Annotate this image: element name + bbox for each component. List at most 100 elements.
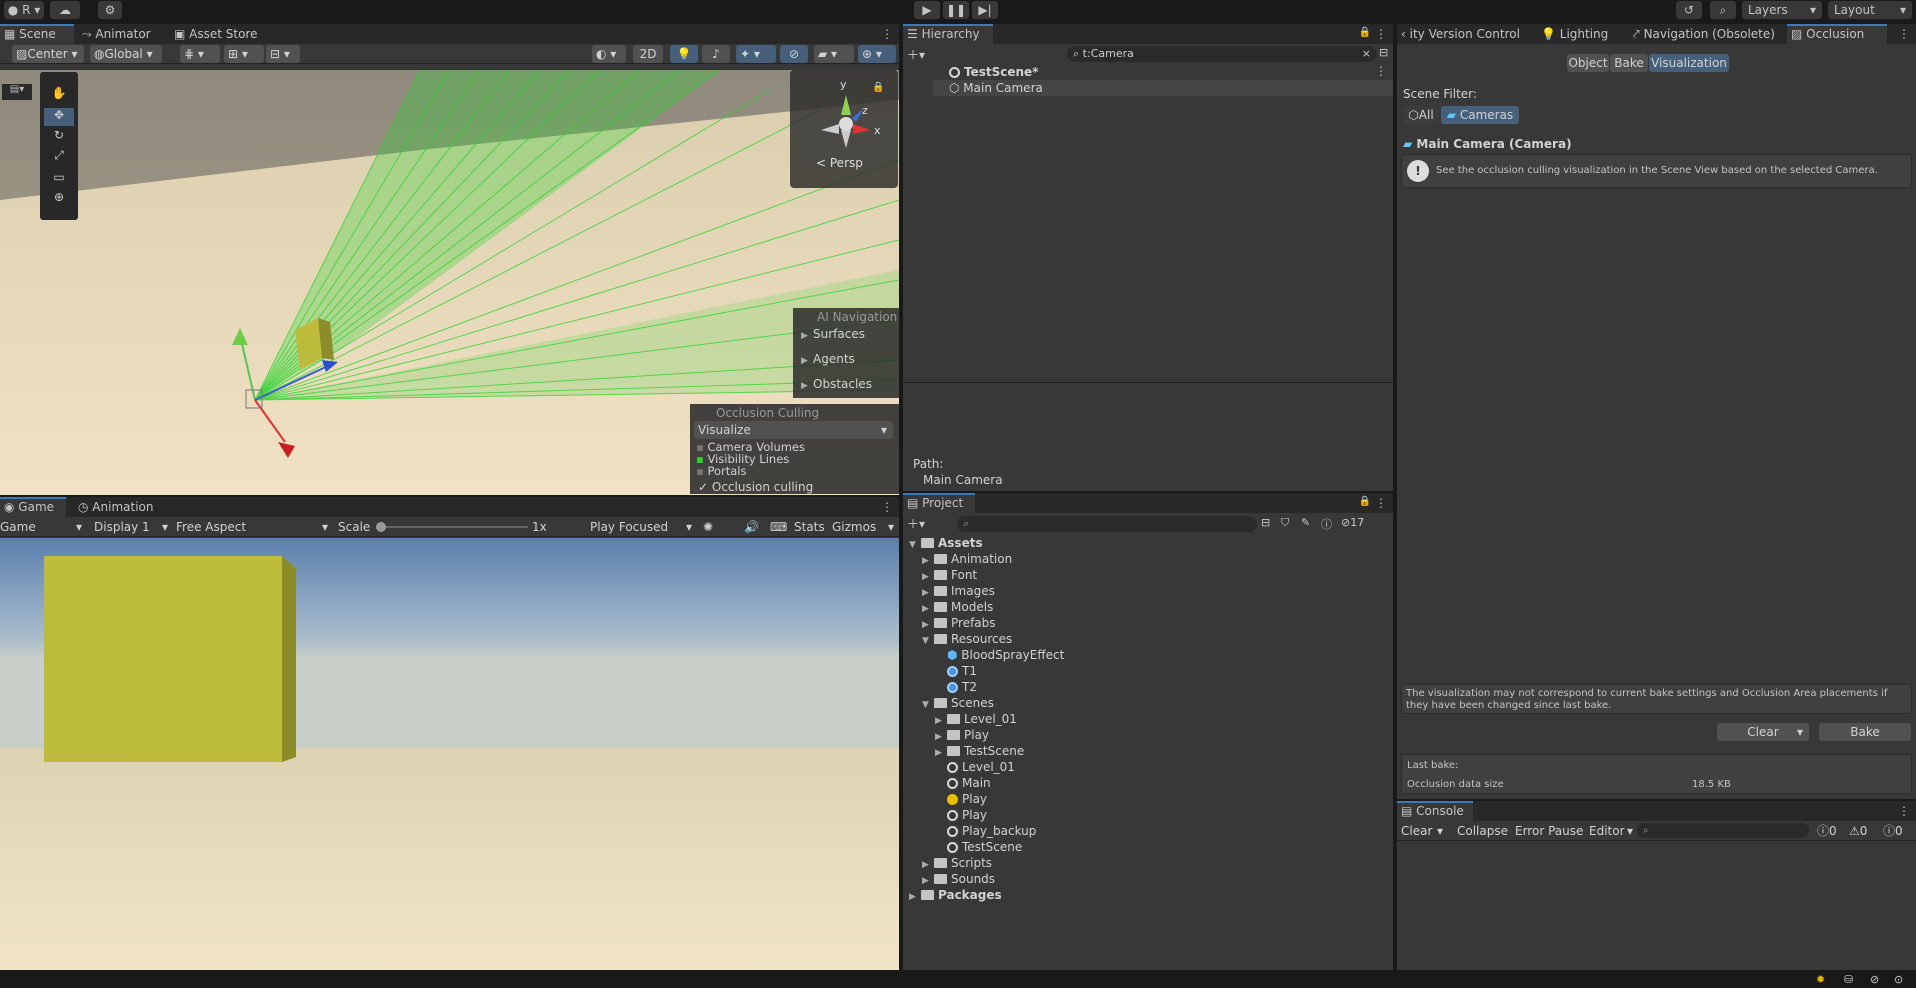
scene-row[interactable]: TestScene* [949, 64, 1038, 80]
tab-version-control[interactable]: ‹ ity Version Control [1397, 24, 1537, 44]
view-options-icon[interactable]: ▤▾ [2, 84, 32, 100]
tab-project[interactable]: ▤ Project [903, 493, 975, 513]
project-tree-item[interactable]: ▼ Resources [922, 631, 1012, 647]
main-camera-row[interactable]: ⬡ Main Camera [949, 80, 1043, 96]
expand-arrow-icon[interactable]: ▶ [909, 889, 921, 905]
clear-search-icon[interactable]: × [1362, 46, 1371, 62]
gizmos-dropdown[interactable]: Gizmos ▾ [832, 519, 896, 535]
scene-viewport[interactable]: ✋ ✥ ↻ ⤢ ▭ ⊕ ▤▾ y z x 🔒 < Persp AI Naviga… [0, 70, 899, 495]
lock-icon[interactable]: 🔒 [1359, 27, 1371, 38]
tab-animator[interactable]: ⤳ Animator [78, 24, 158, 44]
aspect-dropdown[interactable]: Free Aspect ▾ [176, 519, 330, 535]
game-viewport[interactable] [0, 538, 899, 970]
increment-icon[interactable]: ⊟ ▾ [266, 45, 300, 63]
move-tool-icon[interactable]: ✥ [44, 108, 74, 126]
gizmos-icon[interactable]: ⊕ ▾ [858, 45, 896, 63]
cloud-icon[interactable]: ☁ [50, 1, 80, 19]
project-tree-item[interactable]: ▼ Assets [909, 535, 983, 551]
2d-toggle[interactable]: 2D [633, 45, 663, 63]
project-tree-item[interactable]: Play [935, 807, 987, 823]
play-button[interactable]: ▶ [914, 1, 940, 19]
account-button[interactable]: ● R ▾ [4, 1, 44, 19]
project-tree-item[interactable]: ▶ Packages [909, 887, 1002, 903]
pause-button[interactable]: ❚❚ [943, 1, 969, 19]
occlusion-menu-icon[interactable]: ⋮ [1898, 24, 1910, 44]
scale-tool-icon[interactable]: ⤢ [44, 148, 74, 166]
game-menu-icon[interactable]: ⋮ [881, 497, 893, 517]
project-tree-item[interactable]: ▼ Scenes [922, 695, 994, 711]
tab-hierarchy[interactable]: ☰ Hierarchy [903, 24, 993, 44]
scene-menu-icon[interactable]: ⋮ [881, 24, 893, 44]
visualization-mode-button[interactable]: Visualization [1649, 54, 1729, 72]
expand-arrow-icon[interactable]: ▼ [909, 537, 921, 553]
project-tree-item[interactable]: ▶ Images [922, 583, 995, 599]
clear-dropdown[interactable]: Clear ▾ [1717, 723, 1809, 741]
collapse-button[interactable]: Collapse [1457, 823, 1508, 839]
project-tree-item[interactable]: ▶ Level_01 [935, 711, 1017, 727]
ai-nav-item[interactable]: ▶ Obstacles [801, 376, 872, 392]
console-clear-dropdown[interactable]: Clear ▾ [1401, 823, 1443, 839]
project-tree-item[interactable]: Play [935, 791, 987, 807]
project-tree-item[interactable]: TestScene [935, 839, 1022, 855]
visualize-dropdown[interactable]: Visualize ▾ [694, 421, 893, 439]
project-tree-item[interactable]: ⬢ BloodSprayEffect [935, 647, 1064, 663]
project-tree-item[interactable]: ▶ Animation [922, 551, 1012, 567]
camera-icon[interactable]: ▰ ▾ [814, 45, 854, 63]
error-pause-button[interactable]: Error Pause [1515, 823, 1583, 839]
project-tree-item[interactable]: T1 [935, 663, 977, 679]
scene-menu-icon[interactable]: ⋮ [1375, 64, 1387, 78]
bake-mode-button[interactable]: Bake [1610, 54, 1648, 72]
project-tree-item[interactable]: ▶ Play [935, 727, 989, 743]
project-search-input[interactable]: ⌕ [957, 516, 1257, 532]
progress-icon[interactable]: ✹ [1816, 973, 1825, 986]
rect-tool-icon[interactable]: ▭ [44, 170, 74, 188]
project-tree-item[interactable]: Main [935, 775, 991, 791]
editor-dropdown[interactable]: Editor ▾ [1589, 823, 1633, 839]
object-mode-button[interactable]: Object [1567, 54, 1609, 72]
project-tree-item[interactable]: ▶ TestScene [935, 743, 1024, 759]
search-by-label-icon[interactable]: ⛉ [1281, 516, 1289, 530]
create-button[interactable]: ＋▾ [907, 46, 937, 62]
ai-nav-item[interactable]: ▶ Surfaces [801, 326, 865, 342]
display-dropdown[interactable]: Display 1 ▾ [94, 519, 170, 535]
network-icon[interactable]: ⛁ [1844, 973, 1853, 986]
project-tree-item[interactable]: ▶ Models [922, 599, 993, 615]
snap-icon[interactable]: ⊞ ▾ [224, 45, 264, 63]
history-icon[interactable]: ↺ [1676, 1, 1702, 19]
log-count-toggle[interactable]: ⓘ0 [1817, 823, 1837, 839]
tab-occlusion[interactable]: ▨ Occlusion [1787, 24, 1887, 44]
warning-count-toggle[interactable]: ⚠0 [1849, 823, 1867, 839]
stats-button[interactable]: Stats [794, 519, 825, 535]
search-filter-icon[interactable]: ⊟ [1379, 46, 1391, 62]
search-icon[interactable]: ⌕ [1710, 1, 1736, 19]
pivot-dropdown[interactable]: ▨Center ▾ [12, 45, 84, 63]
settings-icon[interactable]: ⊙ [1894, 973, 1903, 986]
game-view-dropdown[interactable]: Game ▾ [0, 519, 84, 535]
hand-tool-icon[interactable]: ✋ [44, 86, 74, 104]
persp-toggle[interactable]: < Persp [816, 156, 863, 170]
project-tree-item[interactable]: Level_01 [935, 759, 1015, 775]
lighting-icon[interactable]: 💡 [670, 45, 698, 63]
hidden-objects-icon[interactable]: ⊘ [780, 45, 808, 63]
keyboard-icon[interactable]: ⌨ [770, 519, 787, 535]
project-tree-item[interactable]: ▶ Scripts [922, 855, 992, 871]
error-count-toggle[interactable]: ⓘ0 [1883, 823, 1903, 839]
project-tree-item[interactable]: ▶ Sounds [922, 871, 995, 887]
filter-all-button[interactable]: ⬡All [1403, 106, 1439, 124]
tab-navigation[interactable]: ⤤ Navigation (Obsolete) [1629, 24, 1791, 44]
project-tree-item[interactable]: ▶ Prefabs [922, 615, 996, 631]
filter-cameras-button[interactable]: ▰ Cameras [1441, 106, 1519, 124]
grid-icon[interactable]: ⋕ ▾ [180, 45, 220, 63]
project-tree-item[interactable]: Play_backup [935, 823, 1036, 839]
transform-tool-icon[interactable]: ⊕ [44, 190, 74, 208]
tab-game[interactable]: ◉ Game [0, 497, 66, 517]
space-dropdown[interactable]: ◍Global ▾ [90, 45, 162, 63]
hidden-packages-toggle[interactable]: ⊘17 [1341, 516, 1364, 529]
hierarchy-search-input[interactable]: ⌕ t:Camera × [1067, 46, 1377, 62]
project-menu-icon[interactable]: ⋮ [1375, 493, 1387, 513]
layout-dropdown[interactable]: Layout ▾ [1828, 1, 1912, 19]
audio-icon[interactable]: ♪ [702, 45, 730, 63]
info-icon[interactable]: ⓘ [1321, 516, 1332, 532]
expand-arrow-icon[interactable]: ▼ [922, 633, 934, 649]
scale-slider[interactable] [376, 522, 528, 532]
